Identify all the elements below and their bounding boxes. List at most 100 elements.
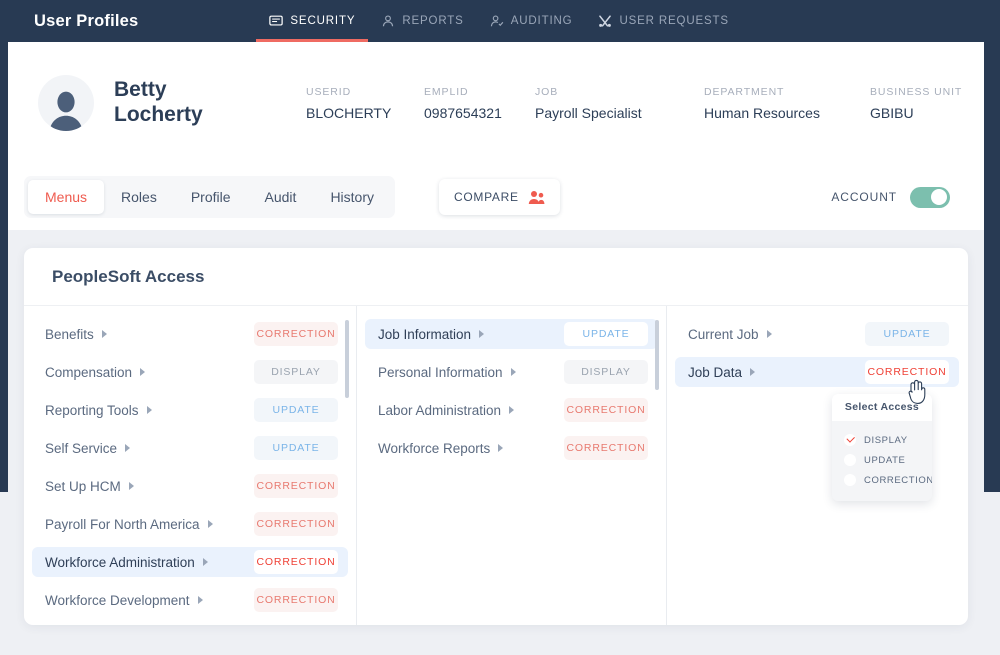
chevron-right-icon — [140, 368, 146, 376]
peoplesoft-access-card: PeopleSoft Access Benefits CORRECTION Co… — [24, 248, 968, 625]
main-nav: SECURITY REPORTS AUDITING USER REQUESTS — [256, 0, 742, 42]
nav-item-auditing[interactable]: AUDITING — [477, 0, 586, 42]
nav-label-user-requests: USER REQUESTS — [619, 15, 729, 27]
profile-field-userid: USERID BLOCHERTY — [306, 86, 424, 121]
radio-icon[interactable] — [844, 454, 856, 466]
list-item[interactable]: Self Service UPDATE — [32, 433, 348, 463]
menu-label: Payroll For North America — [45, 516, 200, 532]
menu-label: Labor Administration — [378, 402, 502, 418]
profile-fields: USERID BLOCHERTY EMPLID 0987654321 JOB P… — [306, 86, 962, 121]
access-badge[interactable]: DISPLAY — [564, 360, 648, 384]
nav-item-reports[interactable]: REPORTS — [368, 0, 476, 42]
tab-menus[interactable]: Menus — [28, 180, 105, 214]
profile-field-job: JOB Payroll Specialist — [535, 86, 704, 121]
access-badge[interactable]: UPDATE — [254, 436, 338, 460]
select-access-option-update[interactable]: UPDATE — [832, 450, 932, 470]
menu-column-3: Current Job UPDATE Job Data CORRECTION S… — [666, 306, 967, 625]
menu-label: Workforce Reports — [378, 440, 491, 456]
profile-last-name: Locherty — [114, 103, 203, 126]
monitor-icon — [269, 14, 284, 28]
window-frame-right — [984, 0, 1000, 492]
app-title: User Profiles — [34, 11, 139, 30]
tab-roles[interactable]: Roles — [104, 180, 174, 214]
access-badge[interactable]: CORRECTION — [254, 322, 338, 346]
compare-button-label: COMPARE — [454, 190, 519, 204]
list-item[interactable]: Set Up HCM CORRECTION — [32, 471, 348, 501]
list-item[interactable]: Reporting Tools UPDATE — [32, 395, 348, 425]
access-badge[interactable]: UPDATE — [254, 398, 338, 422]
list-item-selected[interactable]: Job Data CORRECTION — [675, 357, 959, 387]
app-window: User Profiles SECURITY REPORTS AUDITING — [0, 0, 1000, 655]
select-access-title: Select Access — [832, 394, 932, 421]
profile-field-job-label: JOB — [535, 85, 559, 98]
menu-label: Self Service — [45, 440, 118, 456]
list-item[interactable]: Workforce Development CORRECTION — [32, 585, 348, 615]
access-badge[interactable]: CORRECTION — [564, 436, 648, 460]
profile-header: Betty Locherty USERID BLOCHERTY EMPLID 0… — [8, 42, 984, 164]
profile-field-department-label: DEPARTMENT — [704, 85, 785, 98]
access-badge[interactable]: CORRECTION — [564, 398, 648, 422]
chevron-right-icon — [498, 444, 504, 452]
chevron-right-icon — [207, 520, 213, 528]
chevron-right-icon — [146, 406, 152, 414]
profile-field-business-unit-value: GBIBU — [870, 104, 914, 121]
select-access-option-correction[interactable]: CORRECTION — [832, 470, 932, 490]
radio-checked-icon[interactable] — [844, 434, 856, 446]
list-item[interactable]: Personal Information DISPLAY — [365, 357, 658, 387]
tab-profile[interactable]: Profile — [174, 180, 248, 214]
scrollbar-column-1[interactable] — [345, 320, 349, 398]
list-item-selected[interactable]: Job Information UPDATE — [365, 319, 658, 349]
select-access-dropdown: Select Access DISPLAY UPDATE CORRECTION — [832, 394, 932, 501]
access-badge[interactable]: CORRECTION — [254, 474, 338, 498]
person-icon — [381, 14, 395, 28]
menu-column-1: Benefits CORRECTION Compensation DISPLAY… — [24, 306, 356, 625]
nav-item-security[interactable]: SECURITY — [256, 0, 369, 42]
tab-audit[interactable]: Audit — [248, 180, 314, 214]
account-toggle[interactable] — [910, 186, 950, 208]
menu-columns: Benefits CORRECTION Compensation DISPLAY… — [24, 306, 968, 625]
list-item[interactable]: Labor Administration CORRECTION — [365, 395, 658, 425]
tools-icon — [598, 14, 612, 28]
profile-field-userid-value: BLOCHERTY — [306, 104, 392, 121]
nav-label-security: SECURITY — [290, 15, 356, 27]
radio-icon[interactable] — [844, 474, 856, 486]
people-icon — [528, 190, 545, 205]
chevron-right-icon — [101, 330, 107, 338]
compare-button[interactable]: COMPARE — [439, 179, 560, 215]
profile-field-business-unit-label: BUSINESS UNIT — [870, 85, 963, 98]
chevron-right-icon — [202, 558, 208, 566]
avatar — [38, 75, 94, 131]
list-item[interactable]: Compensation DISPLAY — [32, 357, 348, 387]
select-access-option-display[interactable]: DISPLAY — [832, 430, 932, 450]
tab-history[interactable]: History — [313, 180, 391, 214]
menu-label: Personal Information — [378, 364, 503, 380]
profile-field-emplid-label: EMPLID — [424, 85, 469, 98]
list-item[interactable]: Benefits CORRECTION — [32, 319, 348, 349]
menu-label: Job Data — [688, 364, 743, 380]
access-badge[interactable]: DISPLAY — [254, 360, 338, 384]
window-frame-left — [0, 0, 8, 492]
list-item-selected[interactable]: Workforce Administration CORRECTION — [32, 547, 348, 577]
menu-column-2: Job Information UPDATE Personal Informat… — [356, 306, 666, 625]
access-badge[interactable]: CORRECTION — [254, 512, 338, 536]
list-item[interactable]: Workforce Reports CORRECTION — [365, 433, 658, 463]
select-access-options: DISPLAY UPDATE CORRECTION — [832, 421, 932, 501]
access-badge[interactable]: UPDATE — [564, 322, 648, 346]
nav-label-auditing: AUDITING — [510, 15, 573, 27]
access-badge[interactable]: CORRECTION — [865, 360, 949, 384]
access-badge[interactable]: CORRECTION — [254, 550, 338, 574]
access-badge[interactable]: CORRECTION — [254, 588, 338, 612]
menu-label: Workforce Administration — [45, 554, 195, 570]
profile-first-name: Betty — [114, 78, 167, 102]
chevron-right-icon — [509, 406, 515, 414]
chevron-right-icon — [125, 444, 131, 452]
nav-item-user-requests[interactable]: USER REQUESTS — [585, 0, 741, 42]
tab-group: Menus Roles Profile Audit History — [24, 176, 395, 218]
chevron-right-icon — [510, 368, 516, 376]
list-item[interactable]: Payroll For North America CORRECTION — [32, 509, 348, 539]
scrollbar-column-2[interactable] — [655, 320, 659, 390]
access-badge[interactable]: UPDATE — [865, 322, 949, 346]
list-item[interactable]: Current Job UPDATE — [675, 319, 959, 349]
menu-label: Current Job — [688, 326, 759, 342]
person-check-icon — [490, 14, 504, 28]
